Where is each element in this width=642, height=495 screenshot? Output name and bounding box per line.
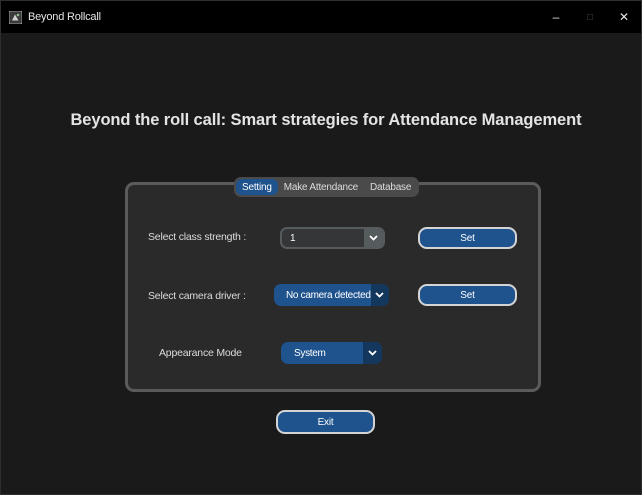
appearance-mode-label: Appearance Mode (159, 347, 242, 359)
appearance-mode-dropdown[interactable]: System (281, 342, 382, 364)
camera-driver-label: Select camera driver : (148, 290, 246, 302)
exit-button[interactable]: Exit (276, 410, 375, 434)
page-title: Beyond the roll call: Smart strategies f… (70, 111, 582, 129)
tab-make-attendance[interactable]: Make Attendance (278, 179, 364, 195)
class-strength-label: Select class strength : (148, 231, 247, 243)
close-button[interactable]: ✕ (607, 1, 641, 33)
class-strength-value: 1 (290, 232, 296, 244)
tab-setting[interactable]: Setting (236, 179, 278, 195)
set-class-strength-button[interactable]: Set (418, 227, 517, 249)
camera-driver-dropdown[interactable]: No camera detected (274, 284, 389, 306)
close-icon: ✕ (618, 10, 630, 24)
chevron-down-icon[interactable] (364, 229, 383, 247)
chevron-down-icon[interactable] (370, 284, 389, 306)
title-bar[interactable]: Beyond Rollcall – □ ✕ (1, 1, 641, 33)
camera-driver-value: No camera detected (286, 289, 371, 301)
window-title: Beyond Rollcall (28, 11, 101, 23)
maximize-icon: □ (586, 11, 594, 23)
app-window: Beyond Rollcall – □ ✕ Beyond the roll ca… (0, 0, 642, 495)
maximize-button[interactable]: □ (573, 1, 607, 33)
minimize-icon: – (552, 10, 560, 24)
tab-database[interactable]: Database (364, 179, 417, 195)
class-strength-dropdown[interactable]: 1 (280, 227, 385, 249)
app-icon (9, 10, 22, 24)
set-camera-driver-button[interactable]: Set (418, 284, 517, 306)
tab-bar: Setting Make Attendance Database (234, 177, 420, 197)
appearance-mode-value: System (294, 347, 326, 359)
window-controls: – □ ✕ (539, 1, 641, 33)
minimize-button[interactable]: – (539, 1, 573, 33)
chevron-down-icon[interactable] (363, 342, 382, 364)
